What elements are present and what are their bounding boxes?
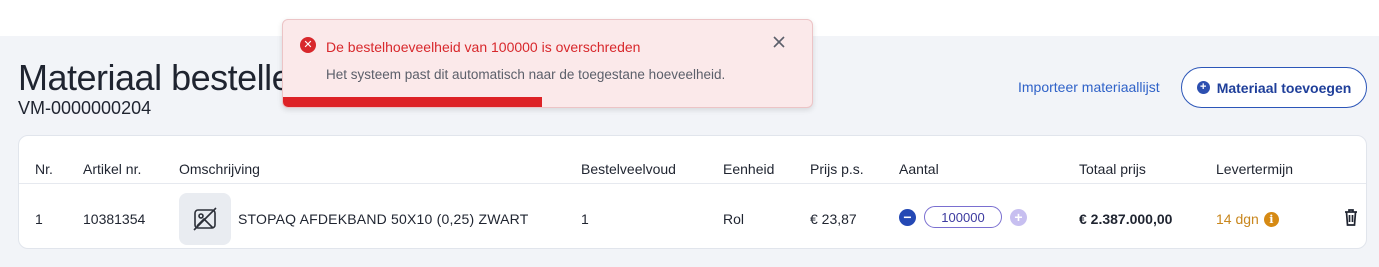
- cell-description: STOPAQ AFDEKBAND 50X10 (0,25) ZWART: [238, 211, 529, 227]
- add-material-button[interactable]: + Materiaal toevoegen: [1181, 67, 1367, 108]
- page-title: Materiaal bestellen: [18, 57, 311, 98]
- no-image-icon: [179, 193, 231, 245]
- header-total: Totaal prijs: [1079, 161, 1146, 177]
- header-quantity: Aantal: [899, 161, 939, 177]
- header-lead-time: Levertermijn: [1216, 161, 1294, 177]
- toast-title: De bestelhoeveelheid van 100000 is overs…: [326, 39, 641, 55]
- toast-progress-bar: [283, 97, 543, 107]
- header-price: Prijs p.s.: [810, 161, 864, 177]
- cell-nr: 1: [35, 211, 43, 227]
- import-material-list-link[interactable]: Importeer materiaallijst: [1018, 79, 1160, 95]
- header-article: Artikel nr.: [83, 161, 142, 177]
- quantity-stepper: − +: [899, 206, 1027, 228]
- increase-quantity-button[interactable]: +: [1010, 208, 1027, 226]
- error-icon: ✕: [300, 37, 316, 53]
- table-header: Nr. Artikel nr. Omschrijving Bestelveelv…: [19, 136, 1366, 184]
- order-table: Nr. Artikel nr. Omschrijving Bestelveelv…: [18, 135, 1367, 249]
- header-nr: Nr.: [35, 161, 53, 177]
- trash-icon[interactable]: [1341, 207, 1361, 227]
- header-unit: Eenheid: [723, 161, 775, 177]
- add-material-label: Materiaal toevoegen: [1216, 79, 1352, 96]
- header-order-multiple: Bestelveelvoud: [581, 161, 676, 177]
- order-id: VM-0000000204: [18, 98, 152, 118]
- info-icon[interactable]: i: [1263, 211, 1279, 227]
- lead-time-value: 14 dgn: [1216, 211, 1259, 227]
- cell-price: € 23,87: [810, 211, 857, 227]
- plus-circle-icon: +: [1196, 81, 1210, 94]
- toast-message: Het systeem past dit automatisch naar de…: [326, 67, 726, 82]
- header-description: Omschrijving: [179, 161, 260, 177]
- quantity-input[interactable]: [924, 206, 1002, 228]
- decrease-quantity-button[interactable]: −: [899, 208, 916, 226]
- close-icon[interactable]: [771, 34, 787, 50]
- cell-lead-time: 14 dgn i: [1216, 211, 1279, 227]
- cell-unit: Rol: [723, 211, 745, 227]
- cell-order-multiple: 1: [581, 211, 589, 227]
- error-toast: ✕ De bestelhoeveelheid van 100000 is ove…: [282, 19, 813, 108]
- cell-article: 10381354: [83, 211, 146, 227]
- cell-total: € 2.387.000,00: [1079, 211, 1173, 227]
